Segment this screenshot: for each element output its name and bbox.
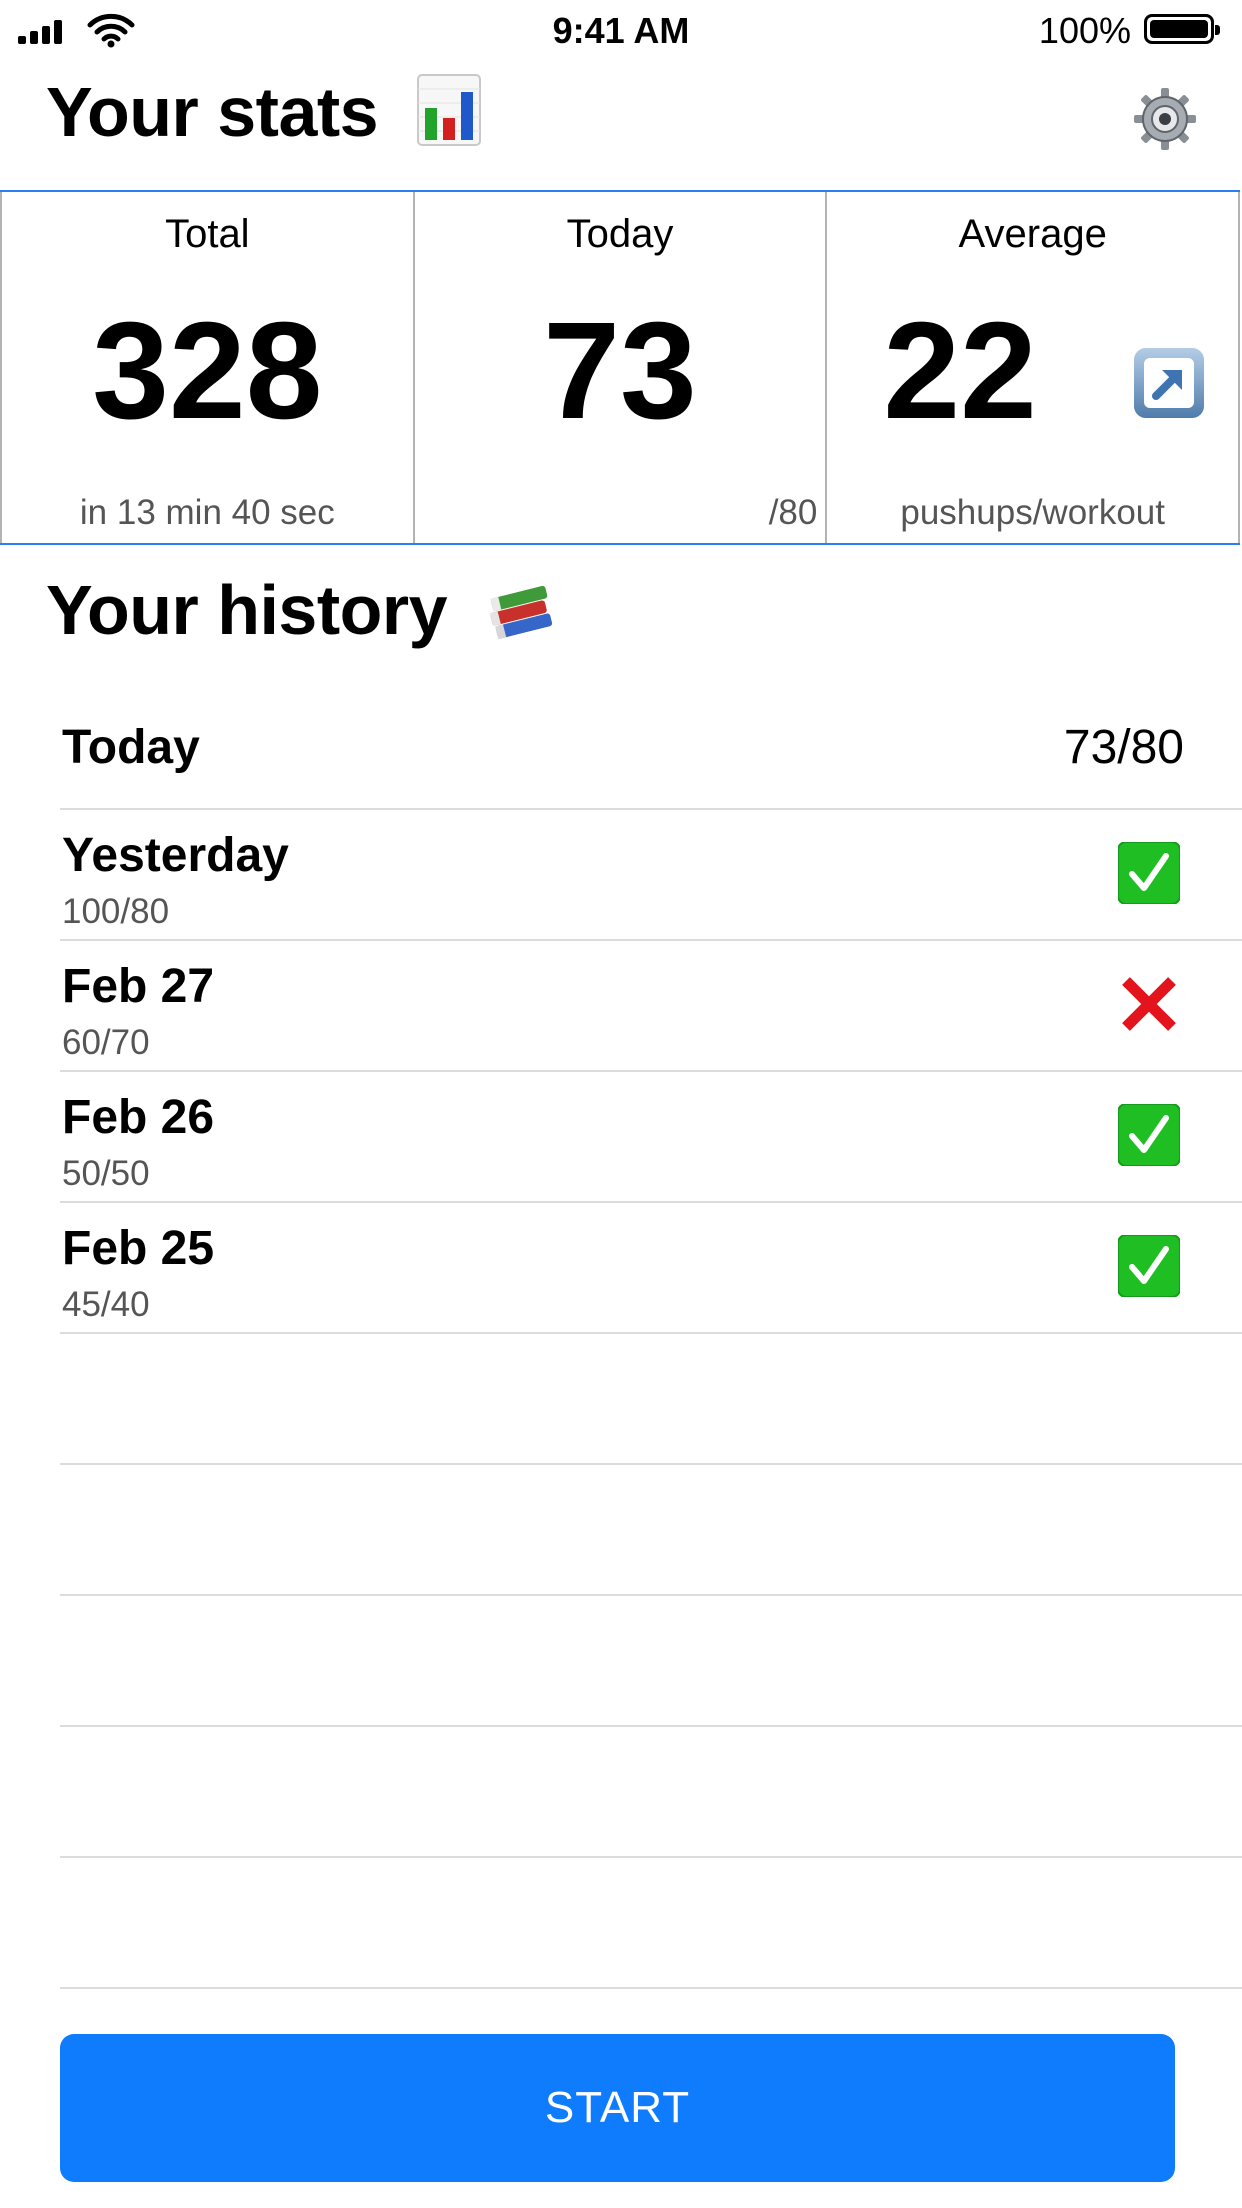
history-list: Today 73/80 Yesterday 100/80 Feb 27 60/7…	[60, 690, 1242, 1989]
history-row-empty	[60, 1334, 1242, 1465]
history-row-empty	[60, 1858, 1242, 1989]
stat-average-sub: pushups/workout	[900, 493, 1165, 532]
stat-today-value: 73	[543, 294, 697, 448]
gear-icon[interactable]	[1132, 86, 1198, 152]
status-bar: 9:41 AM 100%	[0, 0, 1242, 60]
history-row-score: 45/40	[62, 1285, 150, 1324]
history-row-date: Feb 27	[62, 960, 215, 1013]
history-row[interactable]: Feb 27 60/70	[60, 941, 1242, 1072]
history-row-empty	[60, 1465, 1242, 1596]
start-button[interactable]: START	[60, 2034, 1175, 2182]
bar-chart-icon	[417, 74, 482, 146]
stats-panel: Total 328 in 13 min 40 sec Today 73 /80 …	[0, 190, 1241, 545]
stat-average: Average 22 pushups/workout	[825, 192, 1241, 543]
history-row-score: 50/50	[62, 1154, 150, 1193]
history-row[interactable]: Yesterday 100/80	[60, 810, 1242, 941]
books-icon	[489, 585, 553, 640]
stat-total-value: 328	[92, 294, 323, 448]
page-title-text: Your stats	[46, 73, 379, 151]
history-row[interactable]: Feb 25 45/40	[60, 1203, 1242, 1334]
battery-percent: 100%	[1038, 10, 1131, 51]
cross-mark-icon	[1122, 977, 1176, 1031]
history-row-empty	[60, 1596, 1242, 1727]
history-row-date: Feb 26	[62, 1091, 215, 1144]
history-row[interactable]: Feb 26 50/50	[60, 1072, 1242, 1203]
stat-total: Total 328 in 13 min 40 sec	[0, 192, 413, 543]
history-title-text: Your history	[46, 571, 448, 649]
history-row-date: Feb 25	[62, 1222, 215, 1275]
stat-total-sub: in 13 min 40 sec	[79, 493, 335, 532]
check-mark-icon	[1118, 842, 1180, 904]
stat-today-goal: /80	[768, 493, 818, 532]
battery-icon	[1144, 14, 1220, 44]
history-row-score: 60/70	[62, 1023, 150, 1062]
stat-today: Today 73 /80	[412, 192, 826, 543]
page-title: Your stats	[46, 72, 482, 152]
history-title: Your history	[46, 570, 554, 650]
history-row-score: 100/80	[62, 892, 170, 931]
history-row-date: Yesterday	[62, 829, 289, 882]
stat-average-label: Average	[958, 212, 1107, 256]
stat-total-label: Total	[165, 212, 250, 256]
history-row-date: Today	[62, 721, 200, 774]
up-right-arrow-icon[interactable]	[1134, 348, 1205, 418]
stat-today-label: Today	[566, 212, 674, 256]
check-mark-icon	[1118, 1235, 1180, 1297]
check-mark-icon	[1118, 1104, 1180, 1166]
history-row-empty	[60, 1727, 1242, 1858]
history-row-today[interactable]: Today 73/80	[60, 690, 1242, 810]
history-row-score: 73/80	[1063, 721, 1184, 774]
